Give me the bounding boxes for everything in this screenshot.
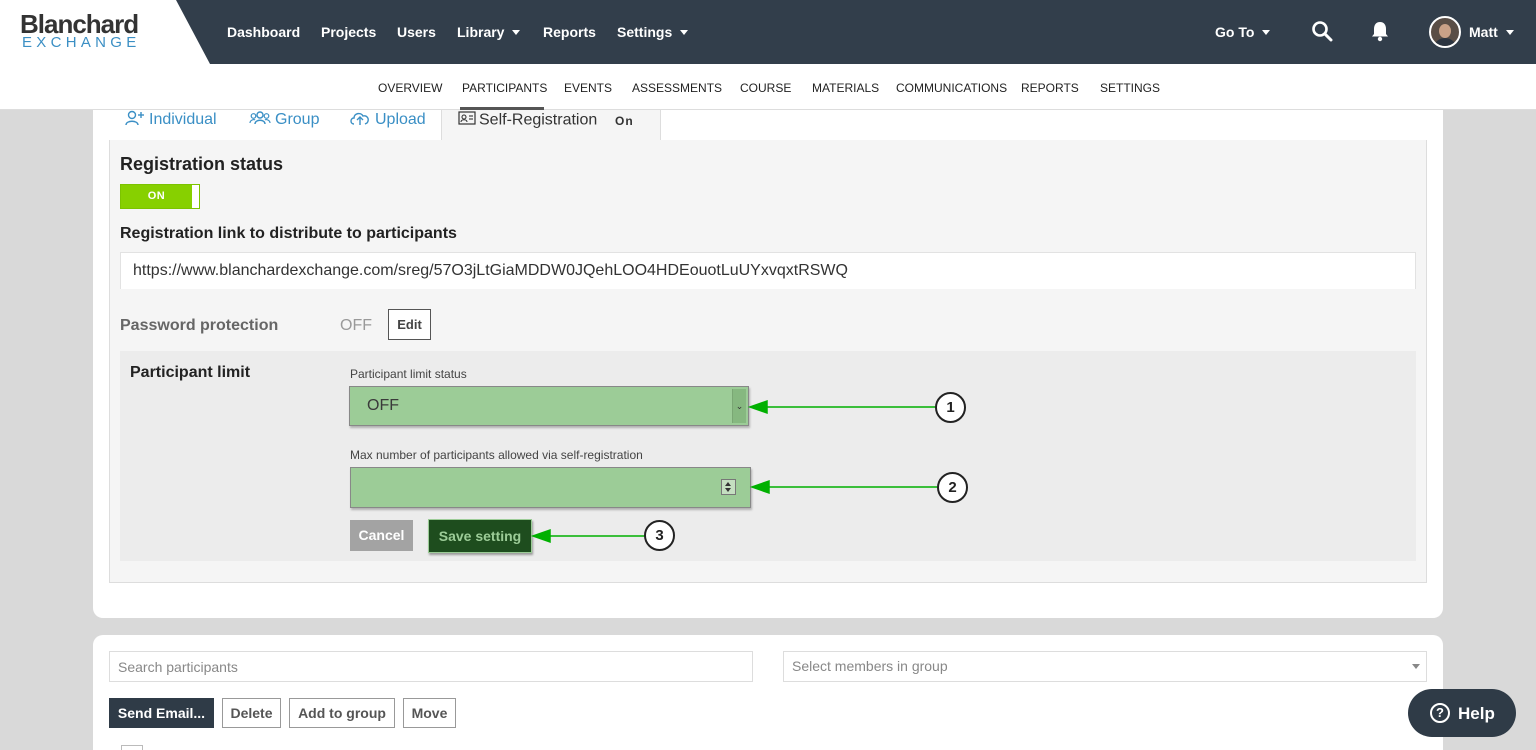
subnav-reports[interactable]: REPORTS <box>1021 81 1079 95</box>
max-participants-label: Max number of participants allowed via s… <box>350 448 643 462</box>
user-name: Matt <box>1469 24 1498 40</box>
chevron-down-icon: ⌄ <box>732 389 746 423</box>
password-protection-label: Password protection <box>120 317 279 334</box>
participants-list-card: Search participants Select members in gr… <box>93 635 1443 750</box>
chevron-down-icon <box>1262 29 1271 35</box>
group-members-placeholder: Select members in group <box>792 658 948 674</box>
nav-projects[interactable]: Projects <box>321 24 376 40</box>
nav-users[interactable]: Users <box>397 24 436 40</box>
question-icon: ? <box>1430 703 1450 723</box>
user-menu[interactable]: Matt <box>1469 24 1514 40</box>
password-protection-status: OFF <box>340 317 372 334</box>
participant-limit-title: Participant limit <box>130 364 251 381</box>
logo-subtitle: EXCHANGE <box>22 34 141 51</box>
callout-2: 2 <box>937 472 968 503</box>
number-spinner[interactable] <box>721 479 736 495</box>
limit-status-value: OFF <box>367 397 399 414</box>
subnav-communications[interactable]: COMMUNICATIONS <box>896 81 1007 95</box>
project-subnav: OVERVIEW PARTICIPANTS EVENTS ASSESSMENTS… <box>0 64 1536 110</box>
tab-self-registration-label-wrap: Self-Registration <box>458 111 597 130</box>
search-icon[interactable] <box>1311 20 1333 47</box>
max-participants-input[interactable] <box>350 467 751 508</box>
help-label: Help <box>1458 704 1495 723</box>
registration-link-field[interactable]: https://www.blanchardexchange.com/sreg/5… <box>120 252 1416 289</box>
tab-upload-label: Upload <box>375 111 426 129</box>
subnav-materials[interactable]: MATERIALS <box>812 81 879 95</box>
group-members-select[interactable]: Select members in group <box>783 651 1427 682</box>
subnav-course[interactable]: COURSE <box>740 81 791 95</box>
tab-group-label: Group <box>275 111 320 129</box>
nav-reports[interactable]: Reports <box>543 24 596 40</box>
group-icon <box>249 110 271 130</box>
nav-goto[interactable]: Go To <box>1215 24 1271 40</box>
tab-self-registration[interactable]: Self-Registration On <box>441 110 661 142</box>
limit-status-label: Participant limit status <box>350 367 467 381</box>
search-participants-input[interactable]: Search participants <box>109 651 753 682</box>
top-navbar: Blanchard EXCHANGE Dashboard Projects Us… <box>0 0 1536 64</box>
select-all-checkbox[interactable] <box>121 745 143 750</box>
add-user-icon <box>125 110 145 130</box>
nav-goto-label: Go To <box>1215 24 1255 40</box>
nav-library[interactable]: Library <box>457 24 521 40</box>
chevron-down-icon <box>512 29 521 35</box>
limit-status-select[interactable]: OFF ⌄ <box>349 386 749 426</box>
registration-link-title: Registration link to distribute to parti… <box>120 225 457 242</box>
subnav-events[interactable]: EVENTS <box>564 81 612 95</box>
spinner-up-icon[interactable] <box>725 482 731 486</box>
add-to-group-button[interactable]: Add to group <box>289 698 395 728</box>
add-participant-tabs: Individual Group Upload Self-Registratio… <box>93 110 1443 142</box>
self-registration-status-badge: On <box>615 114 634 128</box>
callout-1: 1 <box>935 392 966 423</box>
nav-settings-label: Settings <box>617 24 673 40</box>
self-registration-panel: Registration status ON Registration link… <box>109 140 1427 583</box>
nav-dashboard[interactable]: Dashboard <box>227 24 300 40</box>
subnav-settings[interactable]: SETTINGS <box>1100 81 1160 95</box>
cloud-upload-icon <box>349 110 371 130</box>
delete-button[interactable]: Delete <box>222 698 281 728</box>
send-email-button[interactable]: Send Email... <box>109 698 214 728</box>
registration-status-toggle[interactable]: ON <box>120 184 200 209</box>
participant-limit-section: Participant limit Participant limit stat… <box>120 351 1416 561</box>
chevron-down-icon <box>680 29 689 35</box>
registration-card: Individual Group Upload Self-Registratio… <box>93 110 1443 618</box>
user-avatar[interactable] <box>1429 16 1461 48</box>
toggle-on-label: ON <box>121 185 192 208</box>
save-setting-button[interactable]: Save setting <box>428 519 532 553</box>
nav-library-label: Library <box>457 24 505 40</box>
registration-status-title: Registration status <box>120 154 284 174</box>
tab-group[interactable]: Group <box>249 110 319 140</box>
bell-icon[interactable] <box>1370 20 1390 47</box>
spinner-down-icon[interactable] <box>725 488 731 492</box>
chevron-down-icon <box>1412 664 1420 669</box>
password-edit-button[interactable]: Edit <box>388 309 431 340</box>
subnav-overview[interactable]: OVERVIEW <box>378 81 442 95</box>
nav-settings[interactable]: Settings <box>617 24 689 40</box>
tab-individual-label: Individual <box>149 111 217 129</box>
tab-individual[interactable]: Individual <box>125 110 217 140</box>
chevron-down-icon <box>1505 29 1514 35</box>
move-button[interactable]: Move <box>403 698 456 728</box>
tab-upload[interactable]: Upload <box>349 110 426 140</box>
brand-logo[interactable]: Blanchard EXCHANGE <box>0 0 210 64</box>
cancel-button[interactable]: Cancel <box>350 520 413 551</box>
subnav-participants[interactable]: PARTICIPANTS <box>462 81 547 95</box>
subnav-assessments[interactable]: ASSESSMENTS <box>632 81 722 95</box>
tab-self-registration-label: Self-Registration <box>479 111 598 129</box>
id-card-icon <box>458 111 476 130</box>
help-button[interactable]: ? Help <box>1408 689 1516 737</box>
callout-3: 3 <box>644 520 675 551</box>
